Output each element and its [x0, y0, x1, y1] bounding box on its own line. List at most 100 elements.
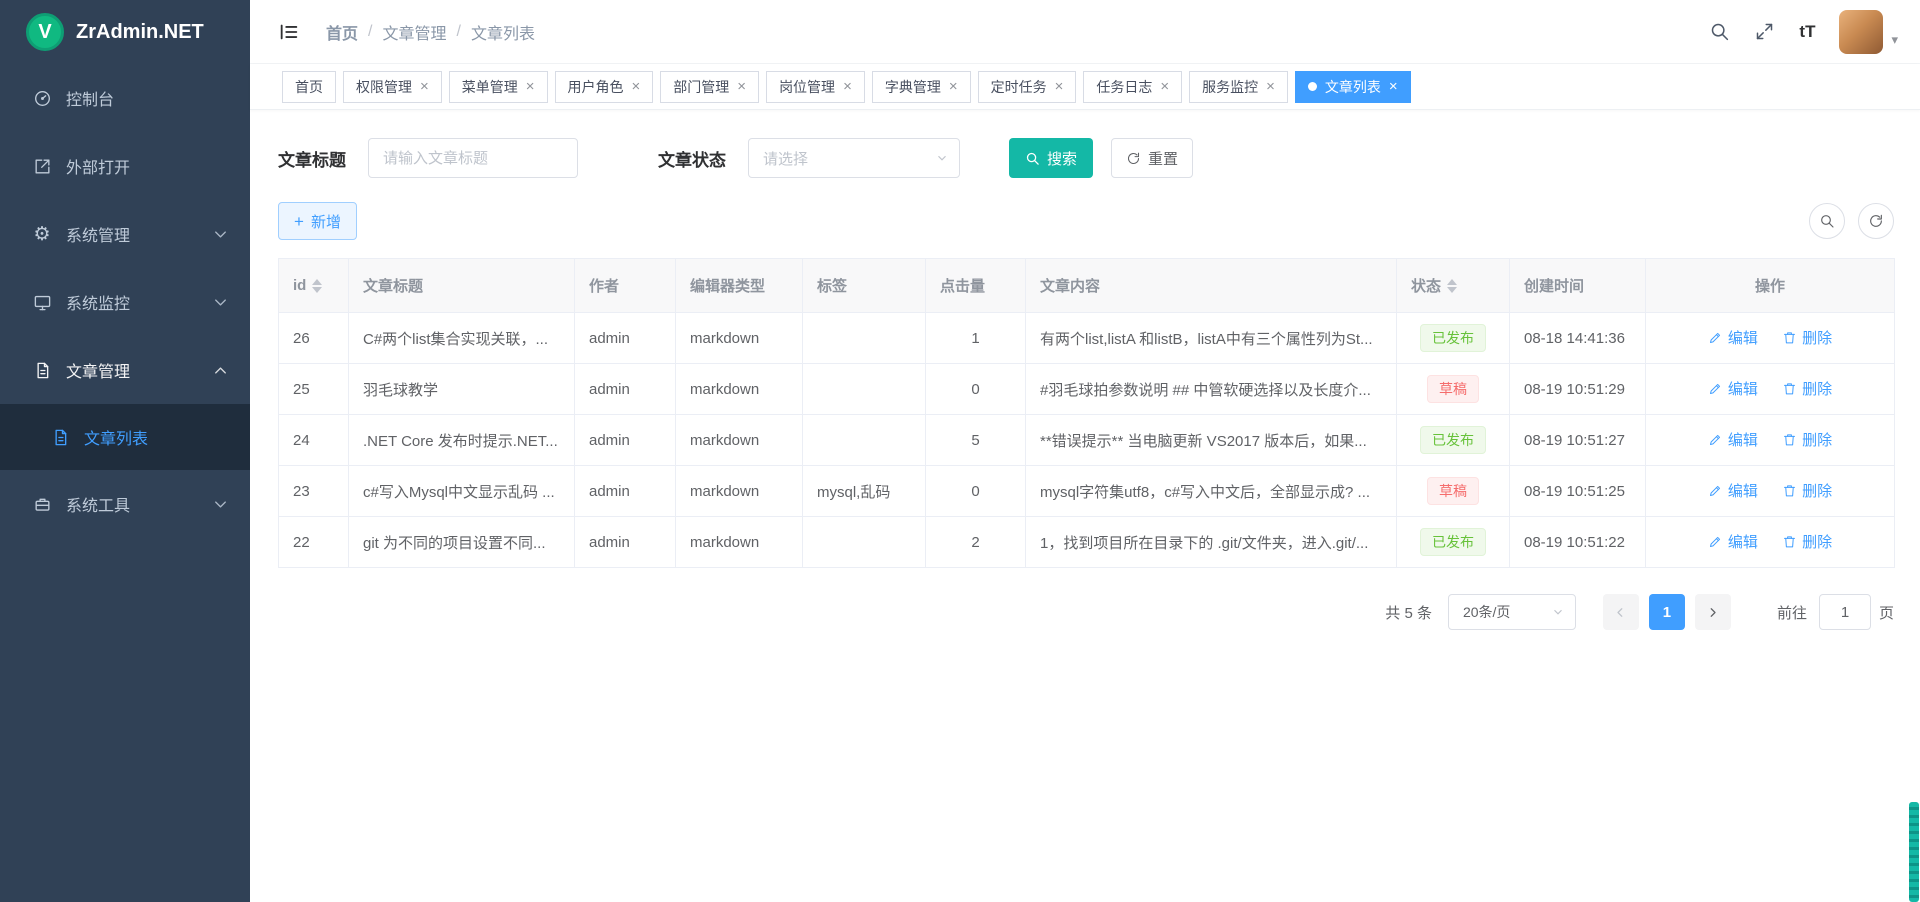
cell-content: #羽毛球拍参数说明 ## 中管软硬选择以及长度介...	[1026, 364, 1397, 415]
table-row: 24 .NET Core 发布时提示.NET... admin markdown…	[279, 415, 1895, 466]
search-button[interactable]: 搜索	[1009, 138, 1093, 178]
tab-item[interactable]: 首页	[282, 71, 336, 103]
delete-button[interactable]: 删除	[1782, 531, 1832, 552]
page-number-button[interactable]: 1	[1649, 594, 1685, 630]
cell-tags	[803, 415, 926, 466]
breadcrumb-item-article-list[interactable]: 文章列表	[471, 20, 535, 44]
delete-button[interactable]: 删除	[1782, 378, 1832, 399]
tab-label: 部门管理	[673, 77, 729, 97]
column-header-status[interactable]: 状态	[1397, 259, 1510, 313]
trash-icon	[1782, 483, 1797, 498]
reset-button[interactable]: 重置	[1111, 138, 1193, 178]
tab-label: 菜单管理	[462, 77, 518, 97]
column-header-created: 创建时间	[1510, 259, 1646, 313]
breadcrumb-separator: /	[368, 23, 372, 41]
cell-author: admin	[575, 466, 676, 517]
breadcrumb-separator: /	[456, 23, 460, 41]
tab-close-icon[interactable]: ×	[1266, 79, 1275, 94]
sidebar-item-system-admin[interactable]: ⚙ 系统管理	[0, 200, 250, 268]
total-count-label: 共 5 条	[1385, 602, 1432, 623]
tab-close-icon[interactable]: ×	[526, 79, 535, 94]
cell-editor: markdown	[676, 466, 803, 517]
edit-button-label: 编辑	[1728, 531, 1758, 552]
table-toolbar: + 新增	[278, 202, 1894, 240]
tab-close-icon[interactable]: ×	[843, 79, 852, 94]
sidebar-item-system-monitor[interactable]: 系统监控	[0, 268, 250, 336]
refresh-table-button[interactable]	[1858, 203, 1894, 239]
sort-icon	[312, 279, 322, 293]
page-suffix-label: 页	[1879, 602, 1894, 623]
prev-page-button[interactable]	[1603, 594, 1639, 630]
sidebar-item-article-admin[interactable]: 文章管理	[0, 336, 250, 404]
user-menu-caret-icon[interactable]: ▾	[1891, 32, 1898, 48]
page-size-select[interactable]: 20条/页	[1448, 594, 1576, 630]
tab-item[interactable]: 菜单管理 ×	[449, 71, 548, 103]
sidebar-item-label: 文章列表	[84, 425, 148, 449]
fullscreen-button[interactable]	[1754, 21, 1775, 42]
font-size-button[interactable]: tT	[1799, 22, 1815, 42]
tab-label: 字典管理	[885, 77, 941, 97]
goto-page-input[interactable]	[1819, 594, 1871, 630]
chevron-down-icon	[1551, 605, 1565, 619]
delete-button-label: 删除	[1802, 480, 1832, 501]
sort-icon	[1447, 279, 1457, 293]
tab-item[interactable]: 服务监控 ×	[1189, 71, 1288, 103]
article-title-input[interactable]	[368, 138, 578, 178]
cell-id: 24	[279, 415, 349, 466]
next-page-button[interactable]	[1695, 594, 1731, 630]
delete-button[interactable]: 删除	[1782, 429, 1832, 450]
edit-button[interactable]: 编辑	[1708, 378, 1758, 399]
toggle-search-button[interactable]	[1809, 203, 1845, 239]
status-badge: 已发布	[1420, 528, 1486, 557]
cell-actions: 编辑 删除	[1646, 466, 1895, 517]
sidebar-item-article-list[interactable]: 文章列表	[0, 404, 250, 470]
sidebar-collapse-button[interactable]	[278, 21, 300, 43]
edit-button[interactable]: 编辑	[1708, 327, 1758, 348]
delete-button[interactable]: 删除	[1782, 327, 1832, 348]
tab-label: 用户角色	[568, 77, 624, 97]
tab-item[interactable]: 任务日志 ×	[1083, 71, 1182, 103]
sidebar-item-external[interactable]: 外部打开	[0, 132, 250, 200]
tab-close-icon[interactable]: ×	[1055, 79, 1064, 94]
article-status-select[interactable]: 请选择	[748, 138, 960, 178]
add-button[interactable]: + 新增	[278, 202, 357, 240]
tab-close-icon[interactable]: ×	[1389, 79, 1398, 94]
user-avatar[interactable]	[1839, 10, 1883, 54]
sidebar-item-label: 外部打开	[66, 154, 130, 178]
cell-title: C#两个list集合实现关联，...	[349, 313, 575, 364]
table-row: 25 羽毛球教学 admin markdown 0 #羽毛球拍参数说明 ## 中…	[279, 364, 1895, 415]
logo-icon: V	[26, 13, 64, 51]
delete-button[interactable]: 删除	[1782, 480, 1832, 501]
scrollbar-thumb[interactable]	[1909, 802, 1919, 902]
header-search-button[interactable]	[1709, 21, 1730, 42]
tab-item[interactable]: 字典管理 ×	[872, 71, 971, 103]
tab-item[interactable]: 权限管理 ×	[343, 71, 442, 103]
chevron-down-icon	[211, 495, 230, 514]
tab-close-icon[interactable]: ×	[420, 79, 429, 94]
edit-icon	[1708, 432, 1723, 447]
tab-item[interactable]: 定时任务 ×	[978, 71, 1077, 103]
sidebar-item-system-tools[interactable]: 系统工具	[0, 470, 250, 538]
breadcrumb-item-home[interactable]: 首页	[326, 20, 358, 44]
tab-item[interactable]: 部门管理 ×	[660, 71, 759, 103]
edit-button-label: 编辑	[1728, 480, 1758, 501]
tab-item[interactable]: 岗位管理 ×	[766, 71, 865, 103]
tab-item[interactable]: 用户角色 ×	[555, 71, 654, 103]
tab-close-icon[interactable]: ×	[1160, 79, 1169, 94]
tab-item[interactable]: 文章列表 ×	[1295, 71, 1411, 103]
column-header-id[interactable]: id	[279, 259, 349, 313]
sidebar-item-dashboard[interactable]: 控制台	[0, 64, 250, 132]
logo[interactable]: V ZrAdmin.NET	[0, 0, 250, 64]
edit-button[interactable]: 编辑	[1708, 480, 1758, 501]
tab-close-icon[interactable]: ×	[632, 79, 641, 94]
tab-close-icon[interactable]: ×	[949, 79, 958, 94]
breadcrumb-item-article-admin[interactable]: 文章管理	[382, 20, 446, 44]
tab-label: 文章列表	[1325, 77, 1381, 97]
cell-editor: markdown	[676, 415, 803, 466]
edit-button[interactable]: 编辑	[1708, 531, 1758, 552]
trash-icon	[1782, 534, 1797, 549]
edit-button[interactable]: 编辑	[1708, 429, 1758, 450]
tab-label: 权限管理	[356, 77, 412, 97]
tab-label: 岗位管理	[779, 77, 835, 97]
tab-close-icon[interactable]: ×	[737, 79, 746, 94]
